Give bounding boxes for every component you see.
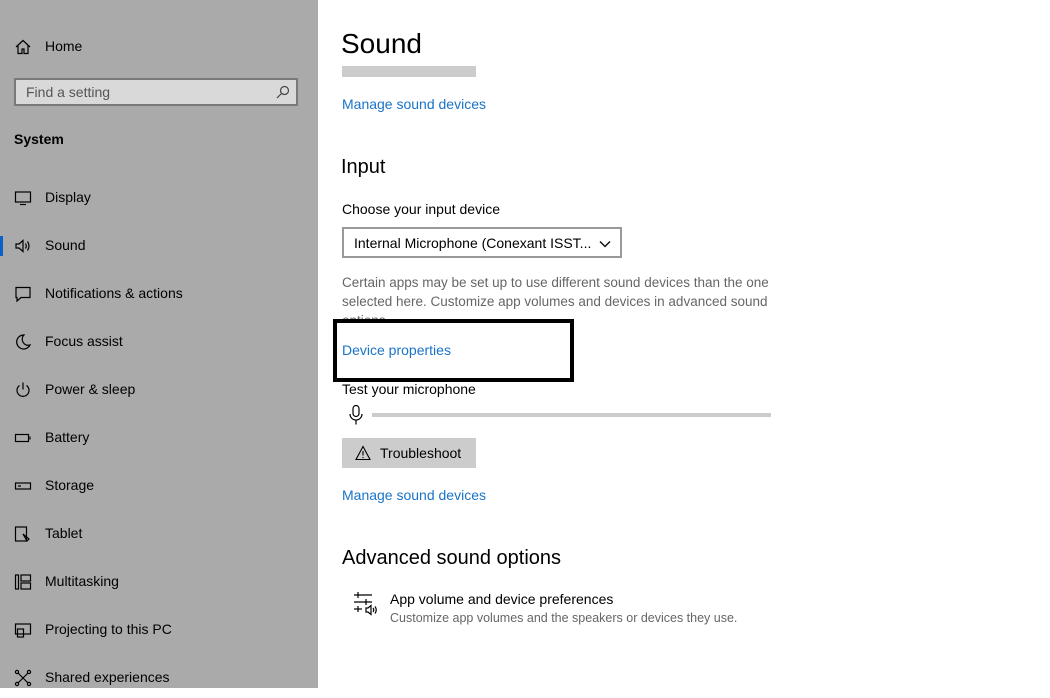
input-device-select[interactable]: Internal Microphone (Conexant ISST... — [342, 227, 622, 258]
chevron-down-icon — [598, 237, 612, 249]
sidebar-item-label: Tablet — [45, 525, 83, 541]
page-title: Sound — [341, 28, 432, 60]
shared-experiences-icon — [14, 669, 32, 687]
nav-home[interactable]: Home — [0, 30, 318, 62]
input-device-value: Internal Microphone (Conexant ISST... — [354, 235, 592, 251]
sidebar-item-label: Multitasking — [45, 573, 119, 589]
sidebar-item-shared-experiences[interactable]: Shared experiences — [0, 658, 318, 698]
sidebar-item-storage[interactable]: Storage — [0, 466, 318, 506]
manage-sound-devices-link-input[interactable]: Manage sound devices — [342, 487, 486, 503]
notification-icon — [14, 285, 32, 303]
sidebar-item-battery[interactable]: Battery — [0, 418, 318, 458]
input-heading: Input — [341, 156, 386, 178]
sidebar-item-projecting[interactable]: Projecting to this PC — [0, 610, 318, 650]
sidebar-item-label: Notifications & actions — [45, 285, 183, 301]
sidebar-item-label: Focus assist — [45, 333, 123, 349]
sidebar-item-label: Storage — [45, 477, 95, 493]
manage-sound-devices-link-output[interactable]: Manage sound devices — [342, 96, 486, 112]
device-properties-link[interactable]: Device properties — [342, 342, 451, 358]
input-description: Certain apps may be set up to use differ… — [342, 275, 769, 321]
warning-icon — [355, 445, 371, 461]
display-icon — [14, 189, 32, 207]
search-input[interactable] — [16, 80, 276, 104]
choose-input-label: Choose your input device — [342, 201, 500, 217]
sidebar-item-sound[interactable]: Sound — [0, 226, 318, 266]
speaker-icon — [14, 237, 32, 255]
test-microphone-label: Test your microphone — [342, 381, 476, 397]
sidebar-item-display[interactable]: Display — [0, 178, 318, 218]
app-volume-preferences-link[interactable]: App volume and device preferences — [390, 591, 613, 607]
sidebar: Home System Display Sound — [0, 0, 318, 688]
sidebar-item-notifications[interactable]: Notifications & actions — [0, 274, 318, 314]
sidebar-item-power-sleep[interactable]: Power & sleep — [0, 370, 318, 410]
sidebar-item-focus-assist[interactable]: Focus assist — [0, 322, 318, 362]
sidebar-item-label: Sound — [45, 237, 86, 253]
sidebar-item-label: Power & sleep — [45, 381, 136, 397]
sidebar-item-label: Shared experiences — [45, 669, 170, 685]
troubleshoot-button[interactable]: Troubleshoot — [342, 438, 476, 468]
sidebar-item-tablet[interactable]: Tablet — [0, 514, 318, 554]
nav-home-label: Home — [45, 38, 83, 54]
battery-icon — [14, 429, 32, 447]
sidebar-section-title: System — [14, 131, 64, 147]
microphone-level-meter — [372, 413, 771, 417]
search-box[interactable] — [14, 78, 298, 106]
output-troubleshoot-button-partial[interactable] — [342, 66, 476, 77]
sidebar-item-label: Projecting to this PC — [45, 621, 172, 637]
multitasking-icon — [14, 573, 32, 591]
moon-icon — [14, 333, 32, 351]
selection-indicator — [0, 236, 3, 256]
power-icon — [14, 381, 32, 399]
app-volume-mixer-icon[interactable] — [352, 591, 380, 619]
troubleshoot-label: Troubleshoot — [380, 445, 462, 461]
advanced-sound-heading: Advanced sound options — [342, 547, 562, 569]
sidebar-item-label: Display — [45, 189, 91, 205]
app-volume-preferences-desc: Customize app volumes and the speakers o… — [390, 611, 738, 625]
sidebar-item-multitasking[interactable]: Multitasking — [0, 562, 318, 602]
storage-icon — [14, 477, 32, 495]
tablet-icon — [14, 525, 32, 543]
microphone-icon — [348, 404, 364, 426]
home-icon — [14, 38, 32, 56]
sidebar-item-label: Battery — [45, 429, 90, 445]
projecting-icon — [14, 621, 32, 639]
search-icon[interactable] — [276, 85, 290, 99]
